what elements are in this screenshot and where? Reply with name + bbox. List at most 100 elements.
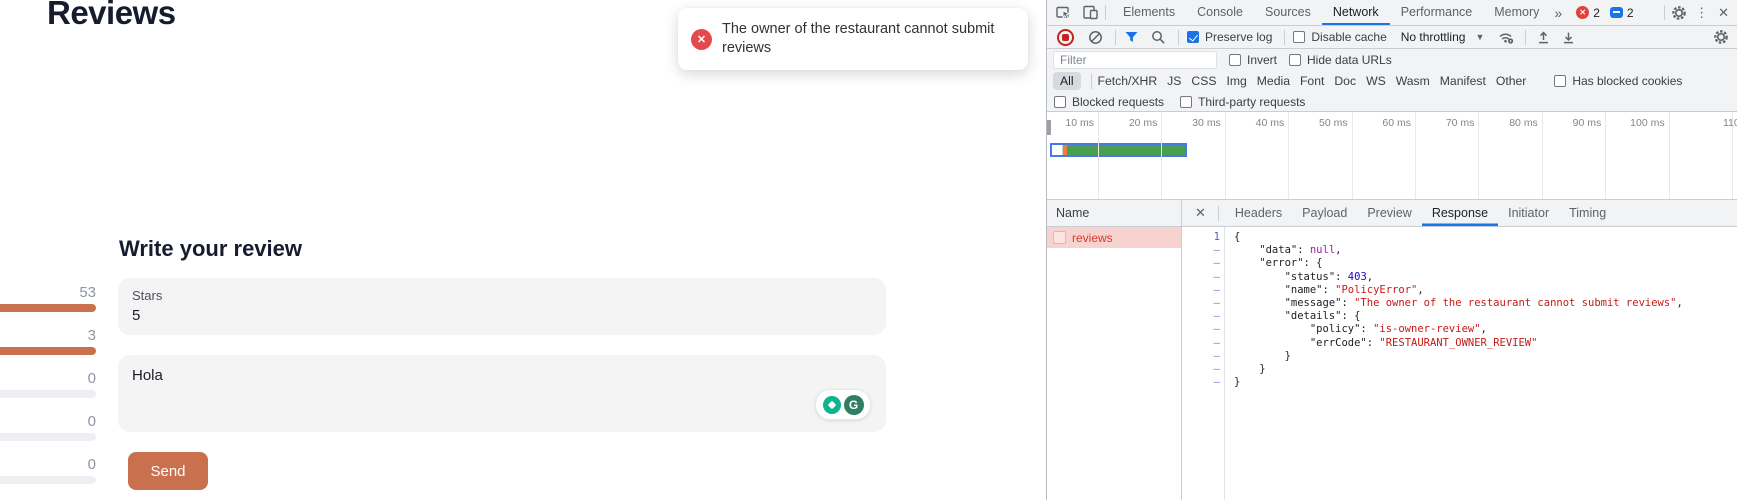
- separator: [1178, 30, 1179, 45]
- disable-cache-label: Disable cache: [1311, 30, 1386, 44]
- tab-performance[interactable]: Performance: [1390, 0, 1484, 25]
- kebab-menu-icon[interactable]: ⋮: [1695, 5, 1708, 21]
- name-column-header[interactable]: Name: [1047, 200, 1182, 227]
- request-waterfall-bar[interactable]: [1050, 143, 1187, 157]
- code-token: "The owner of the restaurant cannot subm…: [1354, 297, 1676, 309]
- device-toolbar-icon[interactable]: [1082, 4, 1099, 21]
- separator: [1664, 5, 1665, 20]
- hide-data-urls-checkbox[interactable]: [1289, 54, 1301, 66]
- line-code: "message": "The owner of the restaurant …: [1224, 297, 1683, 310]
- stars-value: 5: [132, 307, 886, 324]
- detail-tab-timing[interactable]: Timing: [1559, 200, 1616, 226]
- tab-console[interactable]: Console: [1186, 0, 1254, 25]
- request-row-reviews[interactable]: reviews: [1047, 227, 1181, 248]
- detail-tab-payload[interactable]: Payload: [1292, 200, 1357, 226]
- type-filter-fetchxhr[interactable]: Fetch/XHR: [1098, 74, 1158, 88]
- more-tabs-icon[interactable]: »: [1550, 5, 1566, 21]
- send-button[interactable]: Send: [128, 452, 208, 490]
- type-filter-ws[interactable]: WS: [1366, 74, 1386, 88]
- inspect-element-icon[interactable]: [1055, 4, 1072, 21]
- line-code: "error": {: [1224, 257, 1323, 270]
- hide-data-urls-label: Hide data URLs: [1307, 53, 1392, 67]
- code-token: "name":: [1234, 284, 1335, 296]
- detail-tab-headers[interactable]: Headers: [1225, 200, 1292, 226]
- overview-drag-handle[interactable]: [1047, 120, 1051, 135]
- type-filter-wasm[interactable]: Wasm: [1396, 74, 1430, 88]
- filter-row: Invert Hide data URLs: [1047, 49, 1737, 70]
- detail-tab-response[interactable]: Response: [1422, 200, 1498, 226]
- filter-funnel-icon[interactable]: [1124, 30, 1139, 44]
- type-filter-other[interactable]: Other: [1496, 74, 1526, 88]
- network-conditions-icon[interactable]: [1498, 30, 1515, 45]
- rating-bar: [0, 476, 96, 484]
- filter-input[interactable]: [1053, 51, 1217, 69]
- detail-tabs: HeadersPayloadPreviewResponseInitiatorTi…: [1225, 200, 1616, 226]
- timeline-tick-label: 20 ms: [1129, 117, 1158, 129]
- grammarly-suggestion-icon[interactable]: [823, 396, 841, 414]
- error-circle-icon: ✕: [691, 29, 712, 50]
- error-badge[interactable]: ✕ 2: [1576, 6, 1600, 20]
- type-filter-font[interactable]: Font: [1300, 74, 1324, 88]
- network-toolbar: Preserve log Disable cache No throttling…: [1047, 26, 1737, 49]
- line-code: {: [1224, 231, 1240, 244]
- tab-memory[interactable]: Memory: [1483, 0, 1550, 25]
- type-filter-js[interactable]: JS: [1167, 74, 1181, 88]
- clear-network-log-icon[interactable]: [1088, 30, 1103, 45]
- response-line: – "message": "The owner of the restauran…: [1182, 297, 1737, 310]
- line-code: "policy": "is-owner-review",: [1224, 323, 1487, 336]
- fold-marker-icon: –: [1182, 337, 1224, 350]
- import-har-icon[interactable]: [1536, 30, 1551, 45]
- separator: [1525, 30, 1526, 45]
- response-line: – "errCode": "RESTAURANT_OWNER_REVIEW": [1182, 337, 1737, 350]
- detail-tab-preview[interactable]: Preview: [1357, 200, 1421, 226]
- stars-label: Stars: [132, 288, 886, 303]
- type-filter-all[interactable]: All: [1053, 72, 1081, 90]
- invert-checkbox[interactable]: [1229, 54, 1241, 66]
- tab-sources[interactable]: Sources: [1254, 0, 1322, 25]
- close-devtools-icon[interactable]: ✕: [1718, 5, 1729, 21]
- response-viewer[interactable]: 1{– "data": null,– "error": {– "status":…: [1182, 227, 1737, 500]
- network-settings-gear-icon[interactable]: [1713, 29, 1729, 45]
- type-filter-img[interactable]: Img: [1226, 74, 1246, 88]
- blocked-requests-checkbox[interactable]: [1054, 96, 1066, 108]
- fold-marker-icon: –: [1182, 310, 1224, 323]
- code-token: }: [1234, 376, 1240, 388]
- detail-tab-initiator[interactable]: Initiator: [1498, 200, 1559, 226]
- code-token: ,: [1481, 323, 1487, 335]
- record-network-log-icon[interactable]: [1057, 29, 1074, 46]
- line-code: }: [1224, 350, 1291, 363]
- settings-gear-icon[interactable]: [1671, 5, 1687, 21]
- code-token: {: [1234, 231, 1240, 243]
- grammarly-logo-icon[interactable]: G: [844, 395, 864, 415]
- type-filter-doc[interactable]: Doc: [1334, 74, 1356, 88]
- has-blocked-cookies-checkbox[interactable]: [1554, 75, 1566, 87]
- search-icon[interactable]: [1151, 30, 1166, 45]
- tab-network[interactable]: Network: [1322, 0, 1390, 25]
- code-token: "data":: [1234, 244, 1310, 256]
- network-overview-timeline[interactable]: 10 ms20 ms30 ms40 ms50 ms60 ms70 ms80 ms…: [1047, 112, 1737, 200]
- grammarly-widget[interactable]: G: [815, 389, 871, 420]
- disable-cache-checkbox[interactable]: [1293, 31, 1305, 43]
- code-token: "policy":: [1234, 323, 1373, 335]
- response-line: – "policy": "is-owner-review",: [1182, 323, 1737, 336]
- request-type-filters: All Fetch/XHR JS CSS Img Media Font Doc WS Wasm Ma…: [1047, 70, 1737, 92]
- rating-row: 0: [0, 456, 96, 484]
- type-filter-media[interactable]: Media: [1257, 74, 1290, 88]
- stars-field[interactable]: Stars 5: [118, 278, 886, 335]
- throttling-select[interactable]: No throttling: [1401, 30, 1466, 44]
- type-filter-css[interactable]: CSS: [1191, 74, 1216, 88]
- request-table-header: Name ✕ HeadersPayloadPreviewResponseInit…: [1047, 200, 1737, 227]
- tab-elements[interactable]: Elements: [1112, 0, 1186, 25]
- type-chips: All Fetch/XHR JS CSS Img Media Font Doc WS Wasm Ma…: [1053, 72, 1536, 90]
- rating-count: 0: [0, 370, 96, 387]
- issues-badge[interactable]: 2: [1610, 6, 1634, 20]
- timeline-tick-label: 10 ms: [1065, 117, 1094, 129]
- type-filter-manifest[interactable]: Manifest: [1440, 74, 1486, 88]
- preserve-log-checkbox[interactable]: [1187, 31, 1199, 43]
- third-party-requests-checkbox[interactable]: [1180, 96, 1192, 108]
- timeline-tick-label: 100 ms: [1630, 117, 1664, 129]
- timeline-gridline: [1161, 112, 1162, 199]
- review-textarea[interactable]: Hola: [118, 355, 886, 432]
- close-detail-icon[interactable]: ✕: [1195, 205, 1206, 221]
- export-har-icon[interactable]: [1561, 30, 1576, 45]
